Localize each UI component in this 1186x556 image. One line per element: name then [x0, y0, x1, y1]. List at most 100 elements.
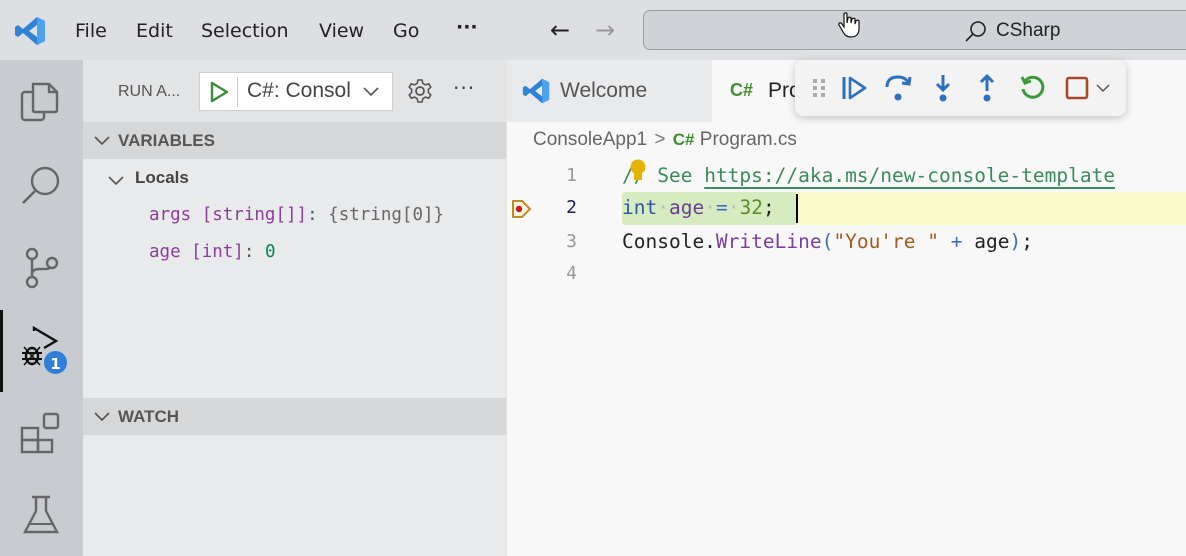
menu-edit[interactable]: Edit: [136, 20, 173, 42]
code-line-current: 2 int·age·=·32;: [507, 192, 1186, 225]
gear-icon[interactable]: [407, 78, 433, 104]
variables-section-header[interactable]: VARIABLES: [83, 122, 506, 159]
code-line: 3 Console.WriteLine("You're " + age);: [507, 226, 1186, 259]
variable-separator: :: [307, 205, 318, 225]
text-caret: [796, 194, 798, 223]
stop-icon[interactable]: [1062, 73, 1092, 103]
variable-type: [string[]]: [201, 205, 308, 225]
beaker-icon[interactable]: [20, 494, 62, 536]
paren-token: ): [1009, 230, 1022, 253]
forward-button[interactable]: →: [595, 16, 615, 44]
variable-token: age: [974, 230, 1010, 253]
watch-title: WATCH: [118, 407, 180, 426]
mouse-pointer-hand-icon: [838, 12, 860, 38]
variable-token: age: [668, 196, 705, 219]
variable-value: 0: [264, 242, 276, 262]
watch-section-header[interactable]: WATCH: [83, 398, 506, 435]
continue-icon[interactable]: [839, 73, 869, 103]
code-line: 1 // See https://aka.ms/new-console-temp…: [507, 158, 1186, 193]
active-indicator: [0, 310, 3, 392]
debug-toolbar: [795, 60, 1126, 116]
line-number: 1: [566, 165, 577, 186]
divider: [237, 77, 238, 107]
whitespace-token: ·: [657, 196, 669, 219]
comment-text: See: [645, 164, 705, 187]
chevron-down-icon[interactable]: [362, 84, 380, 98]
punctuation-token: ;: [762, 196, 775, 219]
operator-token: =: [715, 196, 728, 219]
vscode-logo-icon[interactable]: [14, 16, 46, 46]
command-center[interactable]: CSharp: [643, 10, 1186, 50]
variable-row[interactable]: args [string[]]: {string[0]}: [149, 205, 444, 225]
variables-title: VARIABLES: [118, 131, 215, 150]
menu-more[interactable]: ···: [456, 16, 478, 38]
chevron-down-icon[interactable]: [108, 174, 124, 186]
title-bar: File Edit Selection View Go ··· ← → CSha…: [0, 0, 1186, 60]
activity-bar: 1: [0, 60, 83, 556]
variable-name: age: [149, 242, 181, 262]
code-text: Console.WriteLine("You're " + age);: [622, 230, 1033, 253]
variable-separator: :: [243, 242, 255, 262]
chevron-down-icon[interactable]: [1095, 73, 1111, 103]
operator-token: +: [950, 230, 963, 253]
more-actions-button[interactable]: ···: [453, 76, 475, 100]
tab-welcome[interactable]: Welcome: [507, 60, 712, 122]
csharp-icon: C#: [672, 130, 695, 149]
debug-badge: 1: [42, 349, 69, 376]
code-text: int·age·=·32;: [622, 196, 775, 219]
whitespace-token: ·: [727, 196, 740, 219]
menu-go[interactable]: Go: [393, 20, 419, 42]
code-line: 4: [507, 258, 1186, 291]
source-control-icon[interactable]: [20, 247, 62, 289]
string-token: "You're ": [833, 230, 940, 253]
run-debug-sidebar: RUN A... C#: Consol ··· VARIABLES Locals…: [83, 60, 506, 556]
menu-file[interactable]: File: [75, 20, 107, 42]
command-center-label: CSharp: [996, 20, 1061, 41]
variable-name: args: [149, 205, 192, 225]
back-button[interactable]: ←: [550, 16, 570, 44]
menu-view[interactable]: View: [319, 20, 364, 42]
search-icon[interactable]: [20, 164, 62, 206]
chevron-down-icon: [94, 412, 110, 422]
sidebar-header: RUN A... C#: Consol ···: [83, 60, 506, 122]
whitespace-token: ·: [704, 196, 716, 219]
extensions-icon[interactable]: [20, 412, 62, 454]
lightbulb-icon[interactable]: [628, 158, 648, 184]
files-icon[interactable]: [20, 80, 62, 122]
number-token: 32: [739, 196, 763, 219]
search-icon: [965, 21, 986, 42]
breadcrumb: ConsoleApp1 > C# Program.cs: [533, 129, 797, 151]
keyword-token: int: [622, 196, 658, 219]
step-over-icon[interactable]: [883, 73, 913, 103]
comment-link[interactable]: https://aka.ms/new-console-template: [704, 164, 1115, 187]
restart-icon[interactable]: [1018, 73, 1048, 103]
locals-scope[interactable]: Locals: [135, 168, 189, 188]
menu-selection[interactable]: Selection: [201, 20, 289, 42]
step-out-icon[interactable]: [972, 73, 1002, 103]
start-debugging-icon[interactable]: [208, 81, 230, 103]
paren-token: (: [821, 230, 834, 253]
csharp-icon: C#: [730, 80, 754, 100]
breadcrumb-folder[interactable]: ConsoleApp1: [533, 129, 647, 150]
line-number: 4: [566, 263, 577, 284]
punctuation-token: ;: [1021, 230, 1033, 253]
variable-type: [int]: [191, 242, 244, 262]
vscode-icon: [522, 78, 550, 104]
code-text: // See https://aka.ms/new-console-templa…: [622, 164, 1115, 187]
variable-value: {string[0]}: [328, 205, 445, 225]
breadcrumb-file[interactable]: Program.cs: [700, 129, 797, 150]
chevron-down-icon: [94, 136, 110, 146]
function-token: WriteLine: [715, 230, 822, 253]
tab-label: Welcome: [560, 79, 648, 102]
debug-config-name[interactable]: C#: Consol: [247, 79, 351, 103]
step-into-icon[interactable]: [928, 73, 958, 103]
variable-row[interactable]: age [int]: 0: [149, 242, 275, 262]
drag-handle-icon[interactable]: [812, 78, 826, 98]
code-editor[interactable]: 1 // See https://aka.ms/new-console-temp…: [507, 158, 1186, 556]
debug-config-selector[interactable]: C#: Consol: [199, 72, 393, 111]
breadcrumb-separator: >: [654, 129, 666, 150]
line-number: 3: [566, 231, 577, 252]
line-number: 2: [566, 197, 577, 218]
